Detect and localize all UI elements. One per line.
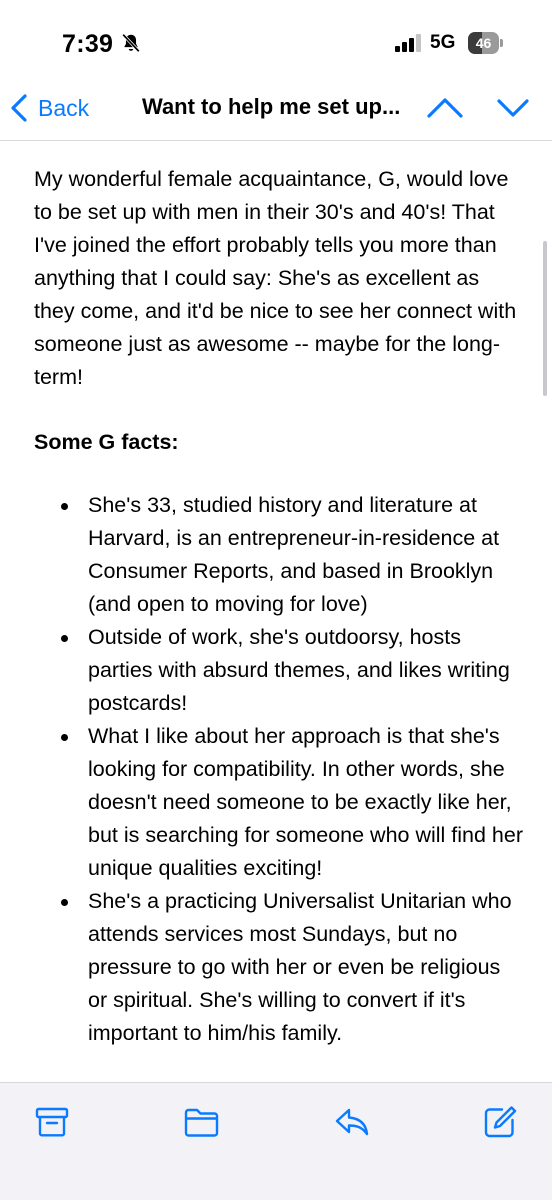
reply-icon[interactable] [334, 1105, 370, 1139]
archive-icon[interactable] [34, 1105, 70, 1139]
fact-text: Outside of work, she's outdoorsy, hosts … [88, 625, 510, 715]
battery-body: 46 [468, 32, 499, 54]
chevron-down-icon[interactable] [496, 96, 530, 120]
intro-paragraph: My wonderful female acquaintance, G, wou… [34, 167, 517, 389]
scroll-indicator[interactable] [543, 241, 547, 396]
bullet-icon [61, 899, 68, 906]
fact-item: Outside of work, she's outdoorsy, hosts … [34, 621, 524, 720]
status-time: 7:39 [62, 30, 114, 58]
bottom-toolbar [0, 1082, 552, 1200]
facts-heading: Some G facts: [34, 430, 179, 454]
message-subject-title: Want to help me set up... [142, 94, 401, 119]
fact-text: She's 33, studied history and literature… [88, 493, 500, 616]
status-bar: 7:39 5G 46 [0, 0, 552, 78]
bullet-icon [61, 734, 68, 741]
back-label: Back [38, 94, 90, 121]
compose-icon[interactable] [482, 1105, 518, 1139]
nav-bar: Back Want to help me set up... [0, 78, 552, 141]
mail-message-screen: 7:39 5G 46 Back Want to help me set up..… [0, 0, 552, 1200]
signal-bars-icon [395, 34, 421, 52]
back-button[interactable]: Back [10, 90, 89, 126]
battery-level: 46 [475, 35, 492, 51]
folder-icon[interactable] [183, 1105, 219, 1139]
fact-item: She's 33, studied history and literature… [34, 489, 524, 621]
message-content[interactable]: My wonderful female acquaintance, G, wou… [0, 141, 552, 1067]
fact-text: What I like about her approach is that s… [88, 724, 523, 880]
bullet-icon [61, 635, 68, 642]
facts-list: She's 33, studied history and literature… [34, 489, 524, 1050]
bullet-icon [61, 503, 68, 510]
chevron-up-icon[interactable] [426, 96, 464, 120]
bell-slash-icon [122, 33, 140, 53]
chevron-left-icon [11, 94, 27, 122]
fact-item: What I like about her approach is that s… [34, 720, 524, 885]
fact-text: She's a practicing Universalist Unitaria… [88, 889, 512, 1045]
battery-icon: 46 [468, 32, 504, 54]
battery-nub [500, 39, 503, 47]
fact-item: She's a practicing Universalist Unitaria… [34, 885, 524, 1050]
message-body: My wonderful female acquaintance, G, wou… [34, 163, 524, 1050]
network-label: 5G [430, 32, 456, 53]
